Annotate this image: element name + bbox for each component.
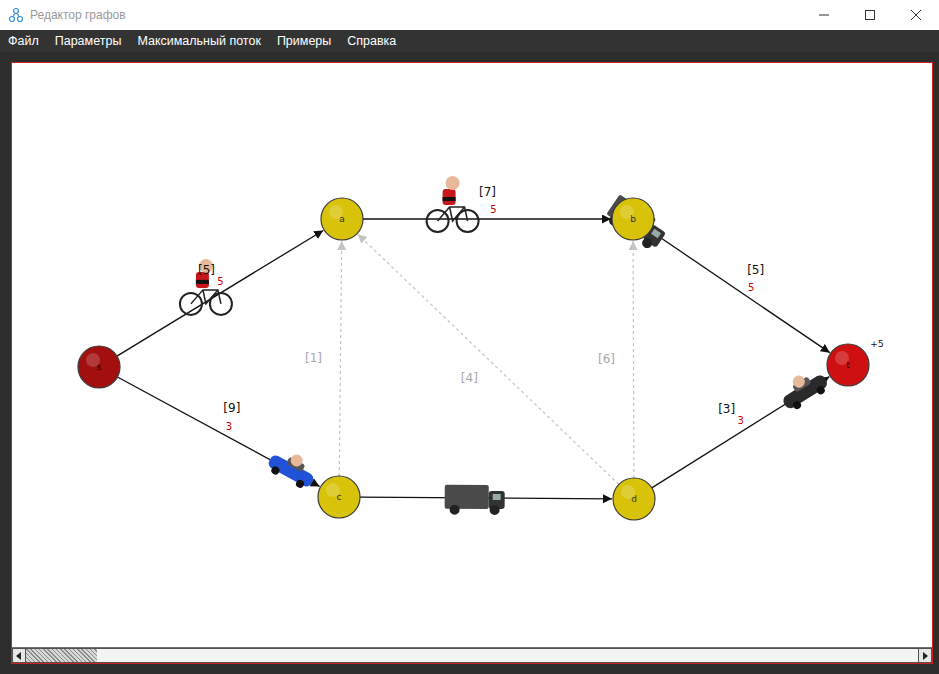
node-label: c — [337, 492, 342, 502]
maximize-button[interactable] — [847, 0, 893, 30]
source-node[interactable]: s — [78, 346, 120, 388]
residual-edge[interactable] — [632, 241, 634, 478]
menu-bar: Файл Параметры Максимальный поток Примеры Сп… — [0, 30, 939, 52]
scroll-track[interactable] — [26, 648, 918, 663]
edge-labels: [5]5 — [198, 263, 224, 287]
menu-item[interactable]: Справка — [347, 34, 396, 48]
flow-label: 5 — [217, 276, 223, 287]
edge-labels: [1] — [305, 351, 322, 365]
truck — [445, 485, 505, 515]
residual-edge[interactable] — [339, 241, 342, 476]
capacity-label: [9] — [223, 401, 240, 415]
minimize-button[interactable] — [801, 0, 847, 30]
window-title: Редактор графов — [30, 8, 801, 22]
flow-label: 3 — [738, 415, 744, 426]
graph-board[interactable]: sabcdt+5[5]5[7]5[5]5[9]3[3]3[1][4][6] — [12, 63, 932, 647]
flow-label: 5 — [748, 282, 754, 293]
node-label: t — [846, 360, 850, 370]
capacity-label: [7] — [479, 185, 496, 199]
edge-labels: [6] — [598, 352, 615, 366]
edge[interactable] — [117, 230, 323, 356]
capacity-label: [3] — [718, 402, 735, 416]
menu-item[interactable]: Максимальный поток — [137, 34, 261, 48]
menu-item[interactable]: Параметры — [55, 34, 122, 48]
app-window: Редактор графов Файл Параметры Максимальный… — [0, 0, 939, 674]
menu-item[interactable]: Файл — [8, 34, 39, 48]
node-label: a — [339, 214, 345, 224]
flow-label: 3 — [226, 421, 232, 432]
title-bar: Редактор графов — [0, 0, 939, 30]
scroll-right-button[interactable] — [918, 648, 932, 663]
arrow-right-icon — [922, 652, 928, 660]
capacity-label: [4] — [461, 371, 478, 385]
edge-labels: [9] 3 — [223, 401, 240, 432]
node-label: s — [97, 362, 102, 372]
capacity-label: [6] — [598, 352, 615, 366]
car — [775, 364, 831, 414]
horizontal-scrollbar[interactable] — [12, 647, 932, 663]
graph-node[interactable]: a — [321, 198, 363, 240]
car — [265, 444, 321, 492]
workspace: sabcdt+5[5]5[7]5[5]5[9]3[3]3[1][4][6] — [0, 52, 939, 674]
capacity-label: [5] — [747, 263, 764, 277]
edge[interactable] — [363, 218, 611, 219]
cyclist — [427, 176, 479, 232]
close-button[interactable] — [893, 0, 939, 30]
flow-label: 5 — [490, 204, 496, 215]
node-badge: +5 — [870, 339, 883, 349]
graph-node[interactable]: c — [318, 476, 360, 518]
menu-item[interactable]: Примеры — [277, 34, 331, 48]
capacity-label: [1] — [305, 351, 322, 365]
arrow-left-icon — [16, 652, 22, 660]
edge-labels: [5]5 — [747, 263, 764, 293]
cyclist — [180, 259, 232, 315]
graph-node[interactable]: d — [613, 478, 655, 520]
scroll-thumb[interactable] — [26, 649, 97, 662]
minimize-icon — [819, 10, 829, 20]
sink-node[interactable]: t +5 — [827, 339, 884, 386]
edge-labels: [7]5 — [479, 185, 497, 215]
scroll-left-button[interactable] — [12, 648, 26, 663]
truck — [603, 194, 669, 253]
graph-canvas: sabcdt+5[5]5[7]5[5]5[9]3[3]3[1][4][6] — [11, 62, 933, 664]
capacity-label: [5] — [198, 263, 215, 277]
maximize-icon — [865, 10, 875, 20]
node-label: d — [631, 494, 637, 504]
graph-node[interactable]: b — [612, 198, 654, 240]
node-label: b — [630, 214, 636, 224]
window-controls — [801, 0, 939, 30]
residual-edge[interactable] — [358, 234, 619, 484]
edge[interactable] — [650, 231, 829, 353]
edge-labels: [3]3 — [718, 402, 744, 426]
graph-app-icon — [8, 7, 24, 23]
edge-labels: [4] — [461, 371, 478, 385]
close-icon — [911, 10, 921, 20]
